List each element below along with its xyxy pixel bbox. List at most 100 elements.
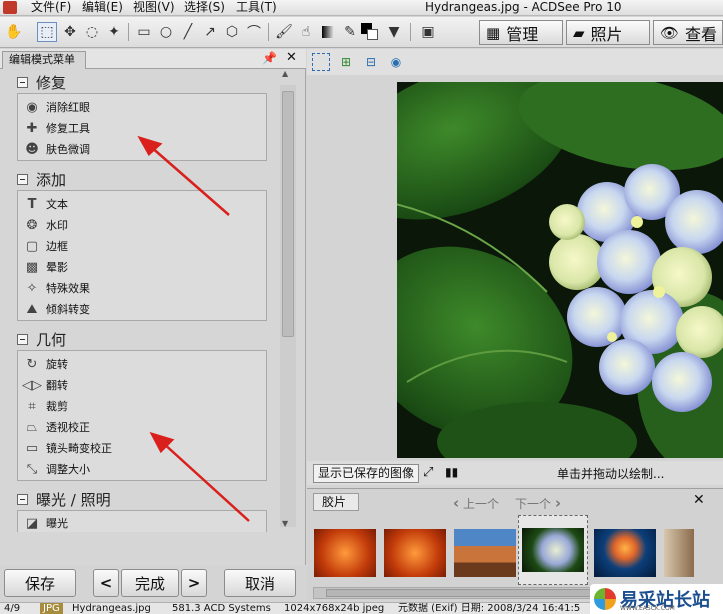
exposure-icon: ◪ [25, 515, 39, 531]
save-button[interactable]: 保存 [4, 569, 76, 597]
item-red-eye[interactable]: ◉ 消除红眼 [24, 97, 90, 117]
item-skin-tune[interactable]: ☻ 肤色微调 [24, 139, 90, 159]
thumb-hydrangeas-selected[interactable] [518, 515, 588, 585]
item-repair-tool[interactable]: ✚ 修复工具 [24, 118, 90, 138]
group-header-geometry[interactable]: 几何 [17, 329, 66, 349]
mode-manage-button[interactable]: ▦ 管理 [479, 20, 563, 45]
thumb-jellyfish[interactable] [594, 529, 656, 577]
pin-icon[interactable]: 📌 [262, 51, 277, 65]
eyedropper-icon[interactable]: ✎ [340, 22, 360, 42]
line-icon[interactable]: ╱ [178, 22, 198, 42]
filmstrip-prev[interactable]: ‹ 上一个 [453, 494, 499, 512]
mode-view-button[interactable]: 👁 查看 [653, 20, 723, 45]
gradient-icon[interactable] [318, 22, 338, 42]
cancel-button[interactable]: 取消 [224, 569, 296, 597]
collapse-icon [17, 76, 28, 88]
main-toolbar: ✋ ⬚ ✥ ◌ ✦ ▭ ○ ╱ ↗ ⬡ ⌒ 🖌 ☝ ✎ ▼ ▣ ▦ 管理 ▰ 照… [0, 17, 723, 48]
freeform-icon[interactable]: ⌒ [244, 22, 264, 42]
show-saved-image-button[interactable]: 显示已保存的图像 [313, 464, 420, 483]
group-header-add[interactable]: 添加 [17, 169, 66, 189]
status-dimensions: 1024x768x24b jpeg [284, 603, 385, 614]
menu-select[interactable]: 选择(S) [184, 0, 225, 16]
arrow-tool-icon[interactable]: ↗ [200, 22, 220, 42]
lens-icon: ▭ [25, 440, 39, 456]
close-icon[interactable]: ✕ [693, 492, 705, 508]
person-icon: ☻ [25, 141, 39, 157]
color-swatch-icon[interactable] [360, 22, 380, 42]
select-preview-icon[interactable]: ◉ [387, 53, 405, 71]
item-tilt-shift[interactable]: ⛰ 倾斜转变 [24, 299, 90, 319]
item-perspective[interactable]: ⏢ 透视校正 [24, 417, 90, 437]
collapse-icon [17, 333, 28, 345]
chevron-left-icon: ‹ [453, 494, 460, 512]
item-rotate[interactable]: ↻ 旋转 [24, 354, 68, 374]
scroll-thumb[interactable] [282, 91, 294, 337]
menu-tools[interactable]: 工具(T) [236, 0, 277, 16]
menu-edit[interactable]: 编辑(E) [82, 0, 123, 16]
item-lens-distortion[interactable]: ▭ 镜头畸变校正 [24, 438, 112, 458]
scroll-up-icon[interactable]: ▲ [282, 69, 288, 78]
menu-file[interactable]: 文件(F) [31, 0, 71, 16]
rectangle-icon[interactable]: ▭ [134, 22, 154, 42]
item-text[interactable]: T 文本 [24, 194, 68, 214]
fit-screen-icon[interactable]: ⤢ [423, 465, 433, 480]
histogram-icon[interactable]: ▮▮ [445, 465, 458, 479]
thumb-desert[interactable] [454, 529, 516, 577]
image-canvas[interactable] [397, 82, 723, 458]
item-crop[interactable]: ⌗ 裁剪 [24, 396, 68, 416]
magic-wand-icon[interactable]: ✦ [104, 22, 124, 42]
next-button[interactable]: > [181, 569, 207, 597]
select-subtract-icon[interactable]: ⊟ [362, 53, 380, 71]
scroll-down-icon[interactable]: ▼ [282, 519, 288, 528]
menu-view[interactable]: 视图(V) [133, 0, 175, 16]
filmstrip-scroll-thumb[interactable] [326, 589, 626, 597]
group-header-exposure[interactable]: 曝光 / 照明 [17, 489, 111, 509]
ellipse-icon[interactable]: ○ [156, 22, 176, 42]
polygon-icon[interactable]: ⬡ [222, 22, 242, 42]
resize-icon: ⤡ [26, 461, 38, 477]
thumb-koala[interactable] [664, 529, 694, 577]
panel-tab-edit-menu[interactable]: 编辑模式菜单 [2, 51, 86, 69]
select-icon[interactable]: ⬚ [37, 22, 57, 42]
flip-icon: ◁▷ [22, 377, 42, 393]
select-rect-icon[interactable] [312, 53, 330, 71]
text-icon: T [27, 196, 37, 212]
status-index: 4/9 [4, 603, 21, 614]
thumb-chrysanthemum-1[interactable] [314, 529, 376, 577]
group-add: T 文本 ❂ 水印 ▢ 边框 ▩ 晕影 ✧ 特殊效果 ⛰ 倾斜转变 [17, 190, 267, 321]
done-button[interactable]: 完成 [121, 569, 179, 597]
stamp-icon[interactable]: ▣ [418, 22, 438, 42]
smudge-icon[interactable]: ☝ [296, 22, 316, 42]
item-watermark[interactable]: ❂ 水印 [24, 215, 68, 235]
panel-scrollbar[interactable] [280, 85, 296, 527]
lasso-icon[interactable]: ◌ [82, 22, 102, 42]
mode-photo-button[interactable]: ▰ 照片 [566, 20, 650, 45]
group-header-repair[interactable]: 修复 [17, 72, 66, 92]
collapse-icon [17, 173, 28, 185]
item-vignette[interactable]: ▩ 晕影 [24, 257, 68, 277]
prev-button[interactable]: < [93, 569, 119, 597]
filmstrip-next[interactable]: 下一个 › [515, 494, 561, 512]
watermark-icon: ❂ [26, 217, 38, 233]
photo-icon: ▰ [573, 23, 585, 42]
item-resize[interactable]: ⤡ 调整大小 [24, 459, 90, 479]
move-icon[interactable]: ✥ [60, 22, 80, 42]
select-add-icon[interactable]: ⊞ [337, 53, 355, 71]
fill-icon[interactable]: ▼ [384, 22, 404, 42]
status-date: 元数据 (Exif) 日期: 2008/3/24 16:41:5 [398, 603, 581, 614]
status-type-badge: JPG [40, 603, 63, 614]
filmstrip-tab[interactable]: 胶片 [313, 493, 359, 511]
viewer-status-row: 显示已保存的图像 ⤢ ▮▮ 单击并拖动以绘制... [307, 461, 723, 485]
thumb-chrysanthemum-2[interactable] [384, 529, 446, 577]
group-exposure: ◪ 曝光 [17, 510, 267, 532]
collapse-icon [17, 493, 28, 505]
chevron-right-icon: › [554, 494, 562, 512]
item-exposure[interactable]: ◪ 曝光 [24, 513, 68, 533]
close-icon[interactable]: ✕ [286, 50, 297, 65]
item-border[interactable]: ▢ 边框 [24, 236, 68, 256]
item-special-effects[interactable]: ✧ 特殊效果 [24, 278, 90, 298]
panel-tab-row: 编辑模式菜单 📌 ✕ [0, 49, 306, 69]
brush-icon[interactable]: 🖌 [274, 22, 294, 42]
hand-icon[interactable]: ✋ [4, 22, 24, 42]
item-flip[interactable]: ◁▷ 翻转 [22, 375, 68, 395]
